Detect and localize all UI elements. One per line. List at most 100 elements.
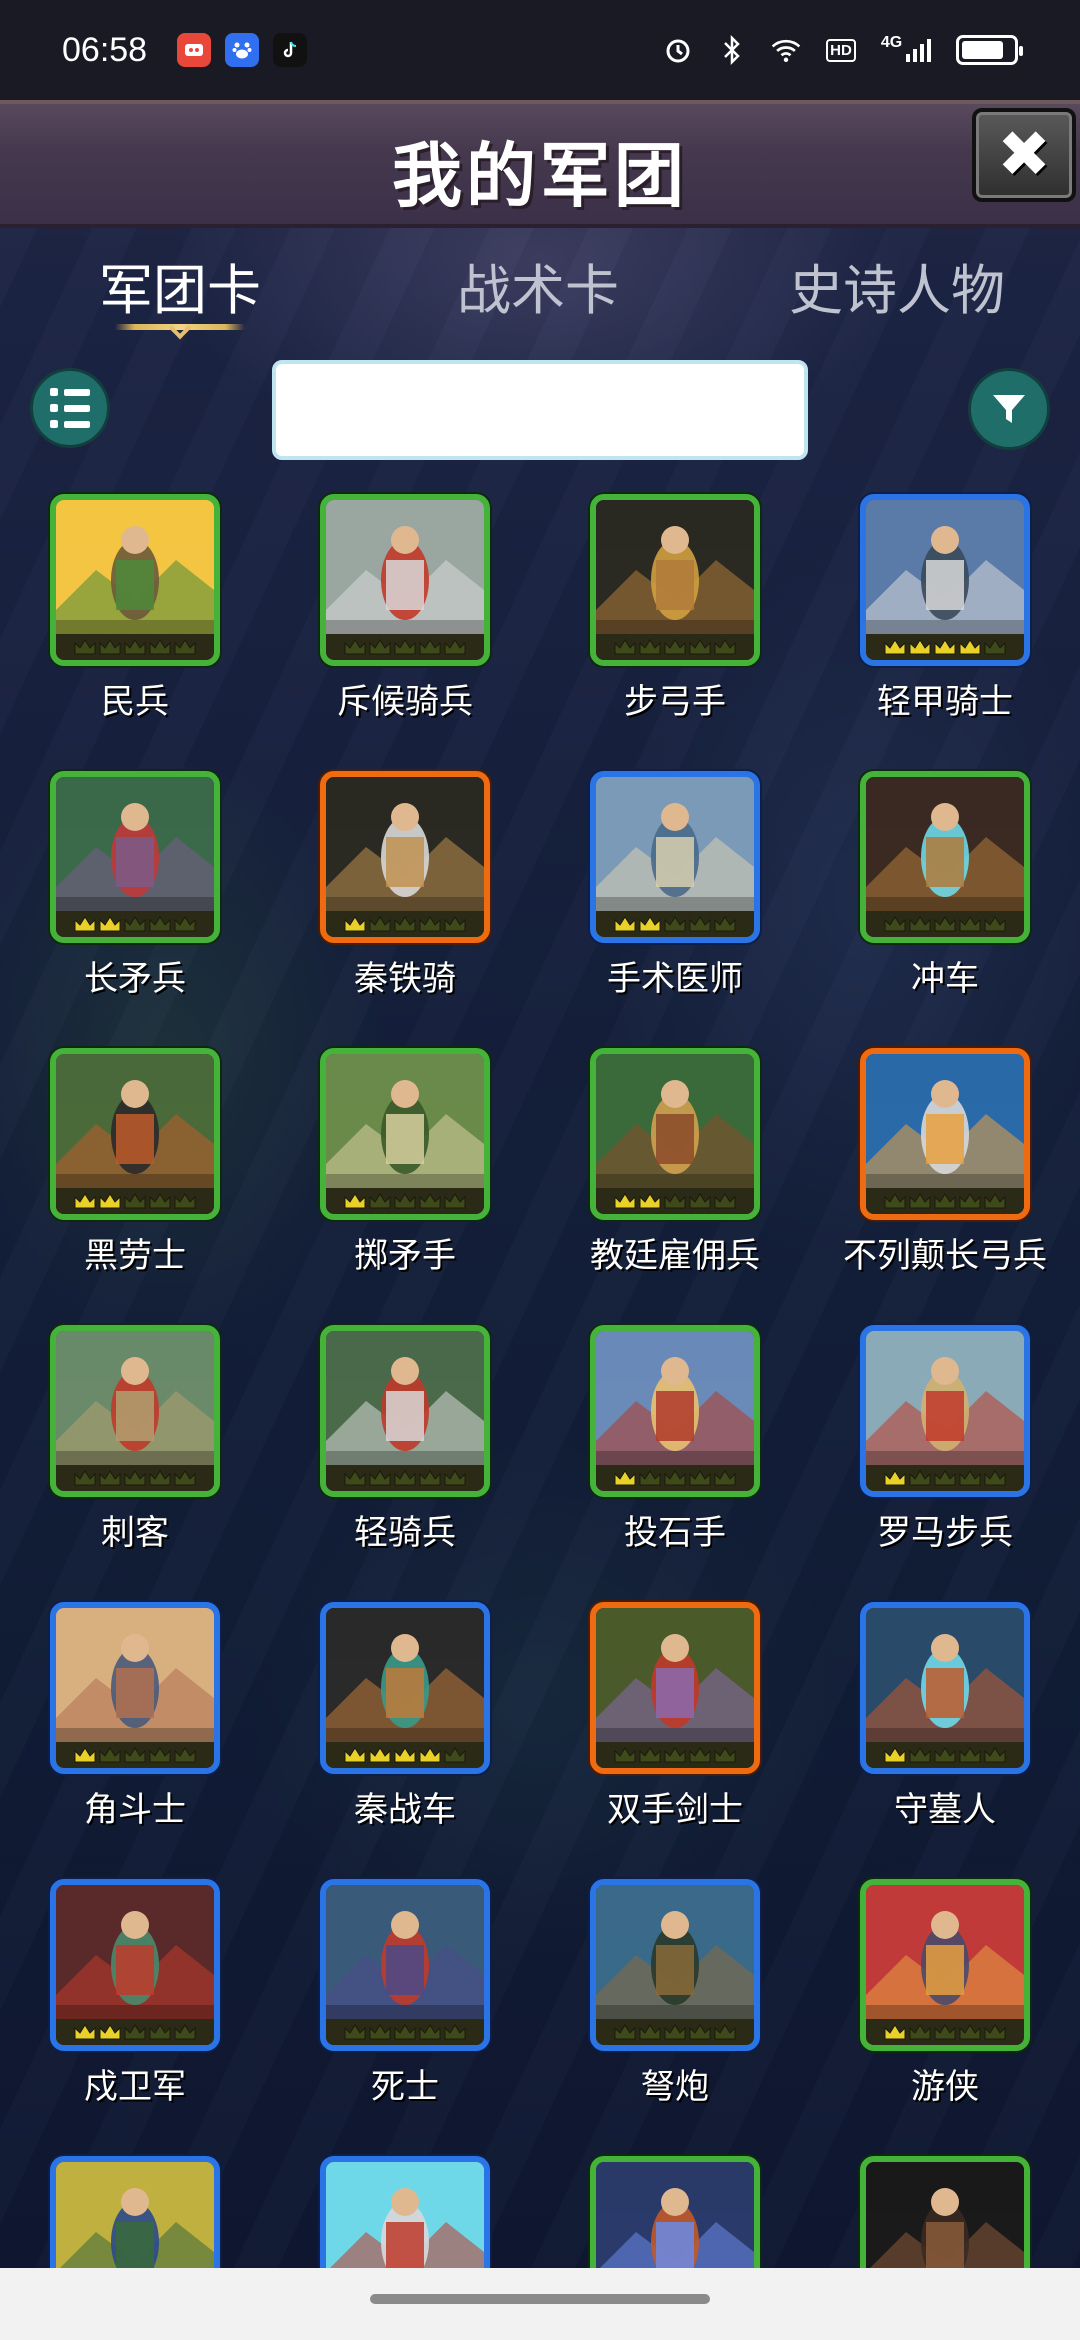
unit-card[interactable] bbox=[270, 2156, 540, 2268]
star-level-crowns bbox=[56, 1188, 214, 1214]
star-level-crowns bbox=[56, 634, 214, 660]
unit-card[interactable]: 秦战车 bbox=[270, 1602, 540, 1879]
header-banner: 我的军团 ✖ bbox=[0, 100, 1080, 228]
unit-card-portrait bbox=[860, 1048, 1030, 1220]
bluetooth-icon bbox=[716, 34, 748, 66]
star-level-crowns bbox=[596, 634, 754, 660]
unit-card[interactable]: 角斗士 bbox=[0, 1602, 270, 1879]
unit-card-portrait bbox=[320, 771, 490, 943]
unit-card[interactable]: 死士 bbox=[270, 1879, 540, 2156]
status-indicators: HD 4G bbox=[662, 34, 1023, 66]
unit-card[interactable]: 游侠 bbox=[810, 1879, 1080, 2156]
star-level-crowns bbox=[596, 911, 754, 937]
unit-card-portrait bbox=[590, 771, 760, 943]
unit-card-name: 秦铁骑 bbox=[354, 959, 456, 999]
unit-card[interactable]: 刺客 bbox=[0, 1325, 270, 1602]
star-level-crowns bbox=[866, 1188, 1024, 1214]
unit-card[interactable]: 冲车 bbox=[810, 771, 1080, 1048]
unit-card[interactable]: 步弓手 bbox=[540, 494, 810, 771]
star-level-crowns bbox=[326, 1465, 484, 1491]
unit-card-name: 轻骑兵 bbox=[354, 1513, 456, 1553]
star-level-crowns bbox=[596, 1188, 754, 1214]
unit-card[interactable]: 双手剑士 bbox=[540, 1602, 810, 1879]
unit-card-portrait bbox=[860, 494, 1030, 666]
unit-card-name: 戍卫军 bbox=[84, 2067, 186, 2107]
star-level-crowns bbox=[866, 634, 1024, 660]
list-icon bbox=[50, 388, 90, 396]
star-level-crowns bbox=[56, 1742, 214, 1768]
status-time: 06:58 bbox=[62, 30, 148, 69]
unit-card[interactable] bbox=[810, 2156, 1080, 2268]
unit-card[interactable]: 黑劳士 bbox=[0, 1048, 270, 1325]
star-level-crowns bbox=[596, 1742, 754, 1768]
close-button[interactable]: ✖ bbox=[972, 108, 1076, 202]
unit-card-portrait bbox=[320, 1048, 490, 1220]
unit-card-name: 不列颠长弓兵 bbox=[843, 1236, 1047, 1276]
unit-card[interactable]: 轻骑兵 bbox=[270, 1325, 540, 1602]
unit-card-portrait bbox=[50, 1048, 220, 1220]
close-icon: ✖ bbox=[997, 118, 1051, 192]
unit-card[interactable]: 弩炮 bbox=[540, 1879, 810, 2156]
unit-card-portrait bbox=[320, 1879, 490, 2051]
unit-card[interactable]: 秦铁骑 bbox=[270, 771, 540, 1048]
unit-card-name: 守墓人 bbox=[894, 1790, 996, 1830]
card-grid-viewport[interactable]: 民兵 斥候骑兵 步弓手 轻甲骑士长矛兵 秦铁骑 手术医师 冲车黑劳士 掷矛手 教廷雇佣兵 不列颠长… bbox=[0, 478, 1080, 2268]
unit-card-name: 投石手 bbox=[624, 1513, 726, 1553]
star-level-crowns bbox=[866, 1742, 1024, 1768]
hd-icon: HD bbox=[824, 34, 858, 66]
unit-card-name: 长矛兵 bbox=[84, 959, 186, 999]
list-view-button[interactable] bbox=[30, 368, 110, 448]
unit-card-portrait bbox=[50, 1325, 220, 1497]
baidu-app-icon bbox=[225, 33, 260, 67]
unit-card[interactable]: 斥候骑兵 bbox=[270, 494, 540, 771]
status-bar: 06:58 HD 4G bbox=[0, 0, 1080, 100]
star-level-crowns bbox=[326, 911, 484, 937]
navigation-bar bbox=[0, 2268, 1080, 2340]
unit-card-portrait bbox=[320, 1602, 490, 1774]
unit-card-name: 斥候骑兵 bbox=[337, 682, 473, 722]
unit-card-portrait bbox=[50, 771, 220, 943]
unit-card-name: 刺客 bbox=[101, 1513, 169, 1553]
tab-tactic-cards[interactable]: 战术卡 bbox=[373, 246, 703, 325]
unit-card[interactable]: 轻甲骑士 bbox=[810, 494, 1080, 771]
star-level-crowns bbox=[326, 1188, 484, 1214]
unit-card-portrait bbox=[860, 2156, 1030, 2268]
unit-card[interactable]: 教廷雇佣兵 bbox=[540, 1048, 810, 1325]
unit-card[interactable] bbox=[0, 2156, 270, 2268]
unit-card-name: 黑劳士 bbox=[84, 1236, 186, 1276]
unit-card-name: 秦战车 bbox=[354, 1790, 456, 1830]
wifi-icon bbox=[770, 34, 802, 66]
star-level-crowns bbox=[866, 2019, 1024, 2045]
star-level-crowns bbox=[56, 1465, 214, 1491]
tab-legion-cards[interactable]: 军团卡 bbox=[15, 246, 345, 325]
search-input[interactable] bbox=[272, 360, 808, 460]
unit-card[interactable]: 手术医师 bbox=[540, 771, 810, 1048]
unit-card-name: 双手剑士 bbox=[607, 1790, 743, 1830]
unit-card-name: 弩炮 bbox=[641, 2067, 709, 2107]
unit-card-name: 轻甲骑士 bbox=[877, 682, 1013, 722]
unit-card[interactable]: 投石手 bbox=[540, 1325, 810, 1602]
unit-card-name: 手术医师 bbox=[607, 959, 743, 999]
star-level-crowns bbox=[56, 2019, 214, 2045]
battery-icon bbox=[956, 35, 1023, 65]
unit-card-portrait bbox=[860, 1879, 1030, 2051]
tab-epic-characters[interactable]: 史诗人物 bbox=[732, 246, 1062, 325]
unit-card[interactable]: 不列颠长弓兵 bbox=[810, 1048, 1080, 1325]
unit-portrait-icon bbox=[596, 2162, 754, 2268]
unit-card[interactable]: 长矛兵 bbox=[0, 771, 270, 1048]
unit-card-name: 民兵 bbox=[101, 682, 169, 722]
page-title: 我的军团 bbox=[392, 135, 688, 217]
unit-card-portrait bbox=[860, 1602, 1030, 1774]
unit-card[interactable]: 罗马步兵 bbox=[810, 1325, 1080, 1602]
unit-card-portrait bbox=[590, 1325, 760, 1497]
unit-card[interactable]: 掷矛手 bbox=[270, 1048, 540, 1325]
unit-card[interactable]: 民兵 bbox=[0, 494, 270, 771]
unit-card[interactable]: 守墓人 bbox=[810, 1602, 1080, 1879]
unit-card[interactable]: 戍卫军 bbox=[0, 1879, 270, 2156]
star-level-crowns bbox=[866, 911, 1024, 937]
unit-card-name: 游侠 bbox=[911, 2067, 979, 2107]
filter-button[interactable] bbox=[968, 368, 1050, 450]
home-gesture-handle[interactable] bbox=[370, 2294, 710, 2304]
unit-card-name: 罗马步兵 bbox=[877, 1513, 1013, 1553]
unit-card[interactable] bbox=[540, 2156, 810, 2268]
